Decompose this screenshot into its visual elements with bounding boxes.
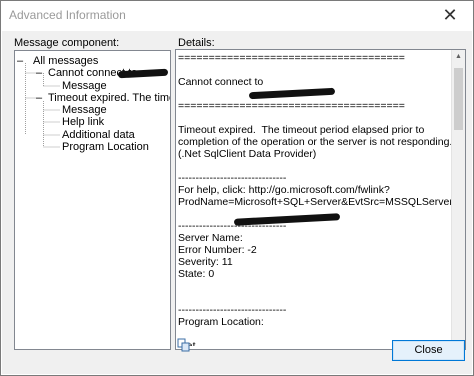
details-text: ===================================== Ca…	[178, 52, 453, 346]
tree-node-program-location[interactable]: Program Location	[62, 141, 149, 154]
scrollbar-thumb[interactable]	[454, 68, 463, 130]
copy-icon[interactable]	[177, 338, 191, 352]
details-textbox[interactable]: ===================================== Ca…	[175, 49, 466, 350]
close-button[interactable]: Close	[392, 340, 465, 361]
scroll-up-arrow-icon[interactable]: ▲	[452, 50, 465, 63]
advanced-information-dialog: Advanced Information ✕ Message component…	[0, 0, 474, 376]
expand-toggle-icon[interactable]: –	[36, 67, 42, 80]
message-component-tree[interactable]: – All messages – Cannot connect to Messa…	[14, 50, 171, 350]
window-close-icon[interactable]: ✕	[427, 1, 473, 31]
details-label: Details:	[178, 37, 215, 49]
message-component-label: Message component:	[14, 37, 120, 49]
window-title: Advanced Information	[9, 8, 126, 22]
expand-toggle-icon[interactable]: –	[17, 55, 23, 68]
vertical-scrollbar[interactable]: ▲ ▼	[451, 50, 465, 349]
title-bar: Advanced Information ✕	[1, 1, 473, 31]
tree-node-help-link[interactable]: Help link	[62, 116, 104, 129]
expand-toggle-icon[interactable]: –	[36, 92, 42, 105]
dialog-body: Message component: Details: – All messag…	[2, 31, 472, 374]
